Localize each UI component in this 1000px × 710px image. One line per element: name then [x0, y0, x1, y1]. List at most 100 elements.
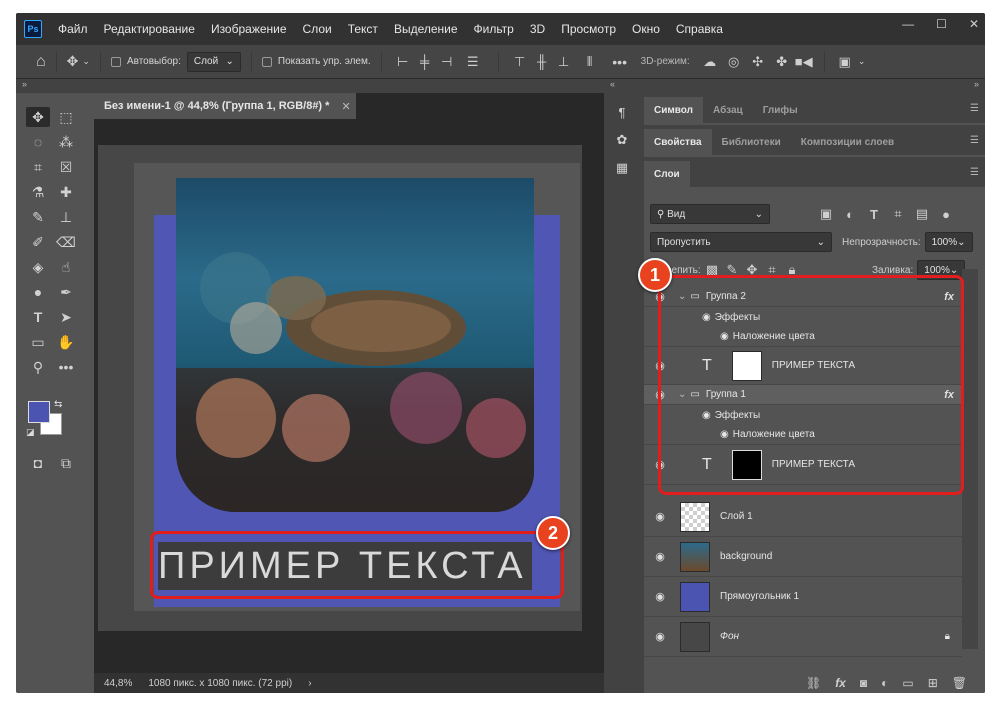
fx-icon[interactable]: fx: [835, 676, 846, 690]
menu-filter[interactable]: Фильтр: [466, 22, 522, 36]
home-icon[interactable]: ⌂: [36, 53, 46, 71]
collapse-icon[interactable]: »: [22, 79, 27, 89]
lasso-tool-icon[interactable]: ◌: [26, 132, 50, 152]
type-tool-icon[interactable]: T: [26, 307, 50, 327]
visibility-eye-icon[interactable]: ◉: [652, 550, 668, 563]
panel-menu-icon[interactable]: ☰: [970, 103, 979, 114]
path-selection-tool-icon[interactable]: ➤: [54, 307, 78, 327]
show-controls-checkbox[interactable]: [261, 56, 272, 67]
lock-icon[interactable]: 🔒︎: [945, 631, 950, 642]
menu-layers[interactable]: Слои: [295, 22, 340, 36]
zoom-tool-icon[interactable]: ⚲: [26, 357, 50, 377]
tab-layer-comps[interactable]: Композиции слоев: [791, 129, 904, 155]
menu-file[interactable]: Файл: [50, 22, 96, 36]
add-mask-icon[interactable]: ◙: [860, 676, 867, 690]
magic-wand-tool-icon[interactable]: ⁂: [54, 132, 78, 152]
panel-menu-icon[interactable]: ☰: [970, 135, 979, 146]
delete-layer-icon[interactable]: 🗑︎: [952, 676, 967, 690]
default-colors-icon[interactable]: ◪: [26, 427, 35, 438]
align-vcenter-icon[interactable]: ╫: [531, 54, 553, 69]
dodge-tool-icon[interactable]: ●: [26, 282, 50, 302]
quick-mask-icon[interactable]: ◘: [26, 453, 50, 473]
collapse-icon[interactable]: »: [974, 79, 979, 89]
visibility-eye-icon[interactable]: ◉: [652, 510, 668, 523]
rectangle-tool-icon[interactable]: ▭: [26, 332, 50, 352]
menu-view[interactable]: Просмотр: [553, 22, 624, 36]
autoselect-checkbox[interactable]: [110, 56, 121, 67]
eraser-tool-icon[interactable]: ⌫: [54, 232, 78, 252]
menu-select[interactable]: Выделение: [386, 22, 466, 36]
pen-tool-icon[interactable]: ✒: [54, 282, 78, 302]
tab-character[interactable]: Символ: [644, 97, 703, 123]
paint-bucket-tool-icon[interactable]: ◈: [26, 257, 50, 277]
adjustment-layer-icon[interactable]: ◐: [881, 676, 888, 690]
visibility-eye-icon[interactable]: ◉: [652, 590, 668, 603]
menu-help[interactable]: Справка: [668, 22, 731, 36]
tab-glyphs[interactable]: Глифы: [753, 97, 808, 123]
healing-brush-tool-icon[interactable]: ✚: [54, 182, 78, 202]
align-top-icon[interactable]: ⊤: [509, 54, 531, 70]
layer-1[interactable]: ◉ Слой 1: [644, 497, 962, 537]
panel-menu-icon[interactable]: ☰: [970, 167, 979, 178]
move-tool-icon[interactable]: ✥: [67, 53, 79, 70]
align-hcenter-icon[interactable]: ╪: [414, 54, 436, 69]
blend-mode-dropdown[interactable]: Пропустить ⌄: [650, 232, 832, 252]
marquee-tool-icon[interactable]: ⬚: [54, 107, 78, 127]
3d-roll-icon[interactable]: ◎: [722, 54, 746, 70]
tab-paragraph[interactable]: Абзац: [703, 97, 753, 123]
3d-slide-icon[interactable]: ✤: [770, 54, 794, 70]
foreground-color-swatch[interactable]: [28, 401, 50, 423]
swatches-icon[interactable]: ✿: [610, 129, 634, 151]
layer-rectangle-1[interactable]: ◉ Прямоугольник 1: [644, 577, 962, 617]
maximize-icon[interactable]: ☐: [936, 17, 947, 31]
align-bottom-icon[interactable]: ⊥: [553, 54, 575, 70]
history-brush-tool-icon[interactable]: ✐: [26, 232, 50, 252]
document-collapse-strip[interactable]: [94, 79, 604, 93]
stamp-tool-icon[interactable]: ⊥: [54, 207, 78, 227]
layer-fon[interactable]: ◉ Фон 🔒︎: [644, 617, 962, 657]
layers-scrollbar[interactable]: [962, 269, 978, 649]
menu-3d[interactable]: 3D: [522, 22, 553, 36]
workspace-icon[interactable]: ▣: [835, 54, 855, 70]
visibility-eye-icon[interactable]: ◉: [652, 630, 668, 643]
minimize-icon[interactable]: —: [902, 17, 914, 31]
menu-type[interactable]: Текст: [340, 22, 386, 36]
screen-mode-icon[interactable]: ⧉: [54, 453, 78, 473]
link-layers-icon[interactable]: ⛓: [806, 676, 821, 690]
filter-adjustment-icon[interactable]: ◐: [838, 207, 862, 222]
more-tools-icon[interactable]: •••: [54, 357, 78, 377]
filter-pixel-icon[interactable]: ▣: [814, 206, 838, 222]
3d-scale-icon[interactable]: ■◀: [794, 54, 814, 70]
filter-type-icon[interactable]: T: [862, 207, 886, 222]
paragraph-icon[interactable]: ¶: [610, 101, 634, 123]
filter-smart-icon[interactable]: ▤: [910, 206, 934, 222]
autoselect-dropdown[interactable]: Слой ⌄: [186, 51, 241, 72]
collapse-icon[interactable]: «: [604, 79, 644, 93]
hand-tool-icon[interactable]: ✋: [54, 332, 78, 352]
new-group-icon[interactable]: ▭: [902, 676, 913, 690]
filter-toggle-icon[interactable]: ●: [934, 207, 958, 222]
align-left-icon[interactable]: ⊢: [392, 54, 414, 70]
layer-filter-dropdown[interactable]: ⚲ Вид ⌄: [650, 204, 770, 224]
close-tab-icon[interactable]: ✕: [341, 100, 350, 113]
3d-orbit-icon[interactable]: ☁: [698, 54, 722, 70]
3d-drag-icon[interactable]: ✣: [746, 54, 770, 70]
table-grid-icon[interactable]: ▦: [610, 157, 634, 179]
chevron-down-icon[interactable]: ⌄: [855, 56, 869, 67]
autoselect-option[interactable]: Автовыбор:: [110, 56, 181, 67]
eyedropper-tool-icon[interactable]: ⚗: [26, 182, 50, 202]
tools-collapse-strip[interactable]: »: [16, 79, 94, 93]
swap-colors-icon[interactable]: ⇆: [54, 399, 62, 410]
opacity-field[interactable]: 100% ⌄: [924, 232, 973, 252]
close-icon[interactable]: ✕: [969, 17, 979, 31]
menu-window[interactable]: Окно: [624, 22, 668, 36]
menu-edit[interactable]: Редактирование: [96, 22, 203, 36]
show-controls-option[interactable]: Показать упр. элем.: [261, 56, 371, 67]
distribute-vertical-icon[interactable]: ☰: [458, 54, 488, 70]
brush-tool-icon[interactable]: ✎: [26, 207, 50, 227]
smudge-tool-icon[interactable]: ☝: [54, 257, 78, 277]
zoom-level[interactable]: 44,8%: [104, 678, 132, 689]
frame-tool-icon[interactable]: ☒: [54, 157, 78, 177]
document-tab[interactable]: Без имени-1 @ 44,8% (Группа 1, RGB/8#) *…: [94, 93, 356, 119]
tab-properties[interactable]: Свойства: [644, 129, 712, 155]
